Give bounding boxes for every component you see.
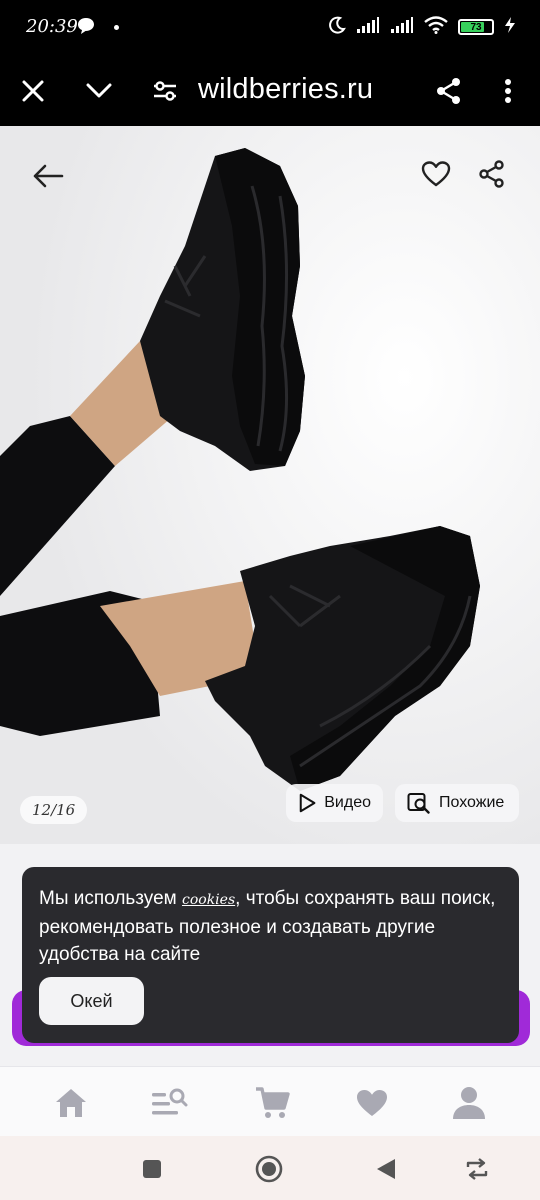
share-icon <box>479 160 504 188</box>
accept-cookies-button[interactable]: Окей <box>39 977 144 1025</box>
status-bar: 20:39 73 <box>0 0 540 56</box>
image-counter: 12/16 <box>20 796 88 824</box>
status-icons: 73 <box>328 14 516 40</box>
similar-label: Похожие <box>439 794 505 811</box>
battery-icon: 73 <box>458 19 494 35</box>
product-gallery[interactable]: 12/16 Видео Похожие <box>0 126 540 844</box>
favorites-icon <box>357 1090 387 1116</box>
url-text[interactable]: wildberries.ru <box>198 73 373 106</box>
profile-icon <box>453 1087 485 1119</box>
minimize-button[interactable] <box>77 69 121 113</box>
rotate-button[interactable] <box>460 1152 494 1186</box>
bottom-navigation <box>0 1066 540 1136</box>
nav-catalog[interactable] <box>147 1081 191 1125</box>
home-circle-icon <box>255 1155 283 1183</box>
status-time: 20:39 <box>26 16 78 37</box>
charging-icon <box>504 16 516 39</box>
site-settings-icon <box>154 81 176 101</box>
share-page-button[interactable] <box>427 69 471 113</box>
heart-icon <box>421 161 451 187</box>
back-triangle-icon <box>377 1159 395 1179</box>
home-icon <box>56 1089 86 1117</box>
wifi-icon <box>424 15 448 39</box>
battery-level: 73 <box>470 21 482 33</box>
chat-bubble-icon <box>76 16 96 36</box>
browser-toolbar: wildberries.ru <box>0 56 540 126</box>
more-icon <box>505 79 511 103</box>
more-menu-button[interactable] <box>486 69 530 113</box>
back-button[interactable] <box>24 152 72 200</box>
image-search-icon <box>407 793 430 814</box>
signal-icon <box>356 16 380 39</box>
cookie-message: Мы используем cookies, чтобы сохранять в… <box>39 885 499 968</box>
cookies-link[interactable]: cookies <box>182 892 235 908</box>
back-arrow-icon <box>33 164 64 188</box>
nav-home[interactable] <box>49 1081 93 1125</box>
nav-profile[interactable] <box>447 1081 491 1125</box>
notification-dot <box>114 25 119 30</box>
cart-icon <box>256 1087 290 1118</box>
nav-favorites[interactable] <box>350 1081 394 1125</box>
recents-square-icon <box>143 1160 161 1178</box>
moon-icon <box>328 16 346 39</box>
product-photo <box>0 126 540 844</box>
video-label: Видео <box>324 794 371 811</box>
play-icon <box>299 793 316 813</box>
signal-icon <box>390 16 414 39</box>
cookie-text-before: Мы используем <box>39 888 182 909</box>
back-system-button[interactable] <box>369 1152 403 1186</box>
share-icon <box>437 78 460 104</box>
video-button[interactable]: Видео <box>286 784 383 822</box>
system-navigation <box>0 1136 540 1200</box>
catalog-search-icon <box>152 1088 188 1115</box>
rotate-icon <box>466 1158 488 1180</box>
close-icon <box>22 80 44 102</box>
cookie-banner: Мы используем cookies, чтобы сохранять в… <box>22 867 519 1043</box>
site-settings-button[interactable] <box>143 69 187 113</box>
close-tab-button[interactable] <box>11 69 55 113</box>
similar-button[interactable]: Похожие <box>395 784 519 822</box>
add-to-favorites-button[interactable] <box>412 150 460 198</box>
share-product-button[interactable] <box>468 150 516 198</box>
nav-cart[interactable] <box>250 1081 294 1125</box>
recents-button[interactable] <box>135 1152 169 1186</box>
home-system-button[interactable] <box>252 1152 286 1186</box>
chevron-down-icon <box>86 83 112 98</box>
